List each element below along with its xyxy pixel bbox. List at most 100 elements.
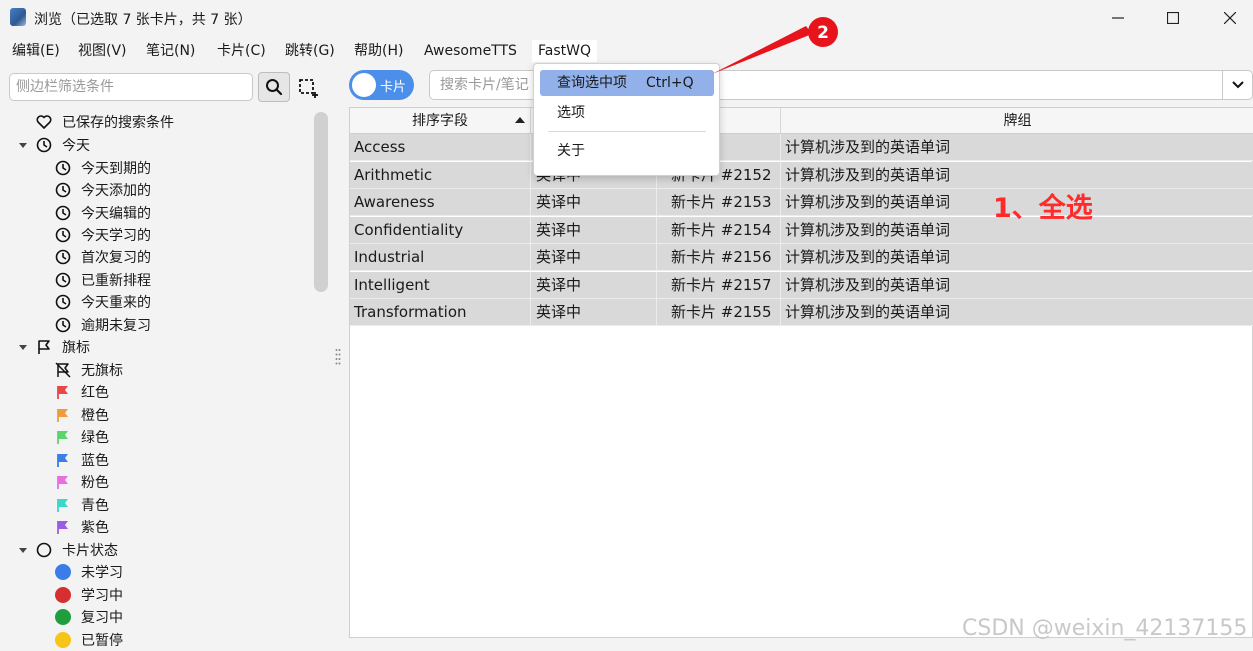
clock-icon — [55, 317, 71, 333]
sidebar-item-label: 首次复习的 — [81, 250, 151, 266]
menu-item-label: 选项 — [557, 105, 585, 121]
search-history-dropdown[interactable] — [1222, 70, 1253, 100]
sidebar-item-label: 紫色 — [81, 520, 109, 536]
column-sort-field[interactable]: 排序字段 — [350, 108, 531, 134]
sidebar-search-button[interactable] — [258, 72, 290, 102]
sidebar-item-flag-purple[interactable]: 紫色 — [55, 516, 109, 538]
clock-icon — [55, 272, 71, 288]
sidebar-item-suspended[interactable]: 已暂停 — [55, 629, 123, 651]
sidebar-item-label: 青色 — [81, 498, 109, 514]
maximize-button[interactable] — [1150, 4, 1196, 32]
cell-card-type: 英译中 — [531, 271, 657, 299]
table-row[interactable]: Access 09-13 计算机涉及到的英语单词 — [350, 134, 1253, 161]
column-label: 排序字段 — [412, 113, 468, 129]
sidebar-item-flag-orange[interactable]: 橙色 — [55, 404, 109, 426]
sidebar-item-label: 已保存的搜索条件 — [62, 115, 174, 131]
clock-icon — [55, 227, 71, 243]
sidebar-item-first-review[interactable]: 首次复习的 — [55, 246, 151, 268]
cell-deck: 计算机涉及到的英语单词 — [785, 138, 951, 156]
menu-item-query-selected[interactable]: 查询选中项 Ctrl+Q — [540, 70, 714, 96]
sidebar-item-flag-red[interactable]: 红色 — [55, 381, 109, 403]
splitter-handle-icon[interactable] — [334, 347, 342, 367]
sidebar-item-label: 今天重来的 — [81, 295, 151, 311]
sidebar-item-flag-pink[interactable]: 粉色 — [55, 471, 109, 493]
sidebar-item-today[interactable]: 今天 — [18, 134, 90, 156]
menu-item-about[interactable]: 关于 — [540, 138, 714, 164]
sidebar-item-label: 橙色 — [81, 408, 109, 424]
toggle-knob — [352, 73, 376, 97]
sidebar-item-label: 今天 — [62, 138, 90, 154]
column-deck[interactable]: 牌组 — [781, 108, 1253, 134]
selection-tool-icon[interactable] — [298, 78, 318, 98]
menu-edit[interactable]: 编辑(E) — [6, 40, 66, 62]
fastwq-menu: 查询选中项 Ctrl+Q 选项 关于 — [533, 63, 720, 176]
sidebar-item-label: 今天编辑的 — [81, 206, 151, 222]
chevron-down-icon — [1231, 81, 1244, 89]
menu-cards[interactable]: 卡片(C) — [211, 40, 272, 62]
sidebar-item-today-added[interactable]: 今天添加的 — [55, 179, 151, 201]
sidebar-item-saved-searches[interactable]: 已保存的搜索条件 — [36, 111, 174, 133]
sidebar-item-review[interactable]: 复习中 — [55, 606, 123, 628]
minimize-button[interactable] — [1095, 4, 1141, 32]
menu-item-label: 查询选中项 — [557, 75, 627, 91]
chevron-down-icon[interactable] — [18, 545, 28, 555]
cell-due: 新卡片 #2154 — [657, 216, 781, 244]
sidebar-item-flag-blue[interactable]: 蓝色 — [55, 449, 109, 471]
sidebar-item-no-flag[interactable]: 无旗标 — [55, 359, 123, 381]
sidebar-item-label: 未学习 — [81, 565, 123, 581]
sidebar-item-label: 红色 — [81, 385, 109, 401]
sidebar-item-flag-cyan[interactable]: 青色 — [55, 494, 109, 516]
cards-notes-toggle[interactable]: 卡片 — [349, 70, 414, 100]
annotation-step-2-label: 2 — [817, 23, 829, 43]
cell-sort-field: Confidentiality — [350, 216, 531, 244]
cell-sort-field: Access — [350, 134, 531, 161]
sidebar-item-rescheduled[interactable]: 已重新排程 — [55, 269, 151, 291]
sidebar-item-label: 今天添加的 — [81, 183, 151, 199]
menu-help[interactable]: 帮助(H) — [348, 40, 409, 62]
cell-due: 新卡片 #2156 — [657, 244, 781, 271]
table-row[interactable]: Confidentiality 英译中 新卡片 #2154 计算机涉及到的英语单… — [350, 216, 1253, 244]
table-row[interactable]: Transformation 英译中 新卡片 #2155 计算机涉及到的英语单词 — [350, 299, 1253, 326]
sidebar-item-overdue[interactable]: 逾期未复习 — [55, 314, 151, 336]
menu-notes[interactable]: 笔记(N) — [140, 40, 201, 62]
table-row[interactable]: Industrial 英译中 新卡片 #2156 计算机涉及到的英语单词 — [350, 244, 1253, 271]
sidebar-item-label: 逾期未复习 — [81, 318, 151, 334]
annotation-arrow: 2 — [712, 17, 838, 74]
red-dot-icon — [55, 587, 71, 603]
sidebar-item-today-edited[interactable]: 今天编辑的 — [55, 202, 151, 224]
sidebar-item-card-state[interactable]: 卡片状态 — [18, 539, 118, 561]
sidebar-item-flag-green[interactable]: 绿色 — [55, 426, 109, 448]
sidebar-item-today-studied[interactable]: 今天学习的 — [55, 224, 151, 246]
sidebar-item-label: 已重新排程 — [81, 273, 151, 289]
sidebar-item-label: 学习中 — [81, 588, 123, 604]
cell-due: 新卡片 #2153 — [657, 189, 781, 216]
sidebar-item-today-again[interactable]: 今天重来的 — [55, 291, 151, 313]
sidebar-filter-input[interactable] — [9, 73, 253, 101]
blue-flag-icon — [57, 454, 68, 467]
sidebar-item-today-due[interactable]: 今天到期的 — [55, 157, 151, 179]
table-row[interactable]: Arithmetic 英译中 新卡片 #2152 计算机涉及到的英语单词 — [350, 161, 1253, 189]
sidebar-item-new[interactable]: 未学习 — [55, 561, 123, 583]
chevron-down-icon[interactable] — [18, 140, 28, 150]
table-row[interactable]: Intelligent 英译中 新卡片 #2157 计算机涉及到的英语单词 — [350, 271, 1253, 299]
table-row[interactable]: Awareness 英译中 新卡片 #2153 计算机涉及到的英语单词 — [350, 189, 1253, 216]
menu-item-options[interactable]: 选项 — [540, 100, 714, 126]
sidebar-item-label: 绿色 — [81, 430, 109, 446]
chevron-down-icon[interactable] — [18, 342, 28, 352]
sidebar-scrollbar[interactable] — [314, 112, 328, 292]
close-button[interactable] — [1207, 4, 1253, 32]
card-table: 排序字段 牌组 Access 09-13 计算机涉及到的英语单词 Arithme… — [349, 107, 1253, 638]
menu-go[interactable]: 跳转(G) — [279, 40, 341, 62]
menu-view[interactable]: 视图(V) — [72, 40, 133, 62]
cell-card-type: 英译中 — [531, 244, 657, 271]
sidebar-item-learning[interactable]: 学习中 — [55, 584, 123, 606]
cell-card-type: 英译中 — [531, 299, 657, 326]
menu-awesometts[interactable]: AwesomeTTS — [418, 40, 523, 62]
cell-deck: 计算机涉及到的英语单词 — [785, 275, 951, 294]
sidebar-item-flags[interactable]: 旗标 — [18, 336, 90, 358]
flag-icon — [38, 340, 50, 354]
sidebar-item-label: 旗标 — [62, 340, 90, 356]
purple-flag-icon — [57, 521, 68, 534]
annotation-step-1: 1、全选 — [993, 193, 1093, 224]
menu-fastwq[interactable]: FastWQ — [532, 40, 597, 62]
